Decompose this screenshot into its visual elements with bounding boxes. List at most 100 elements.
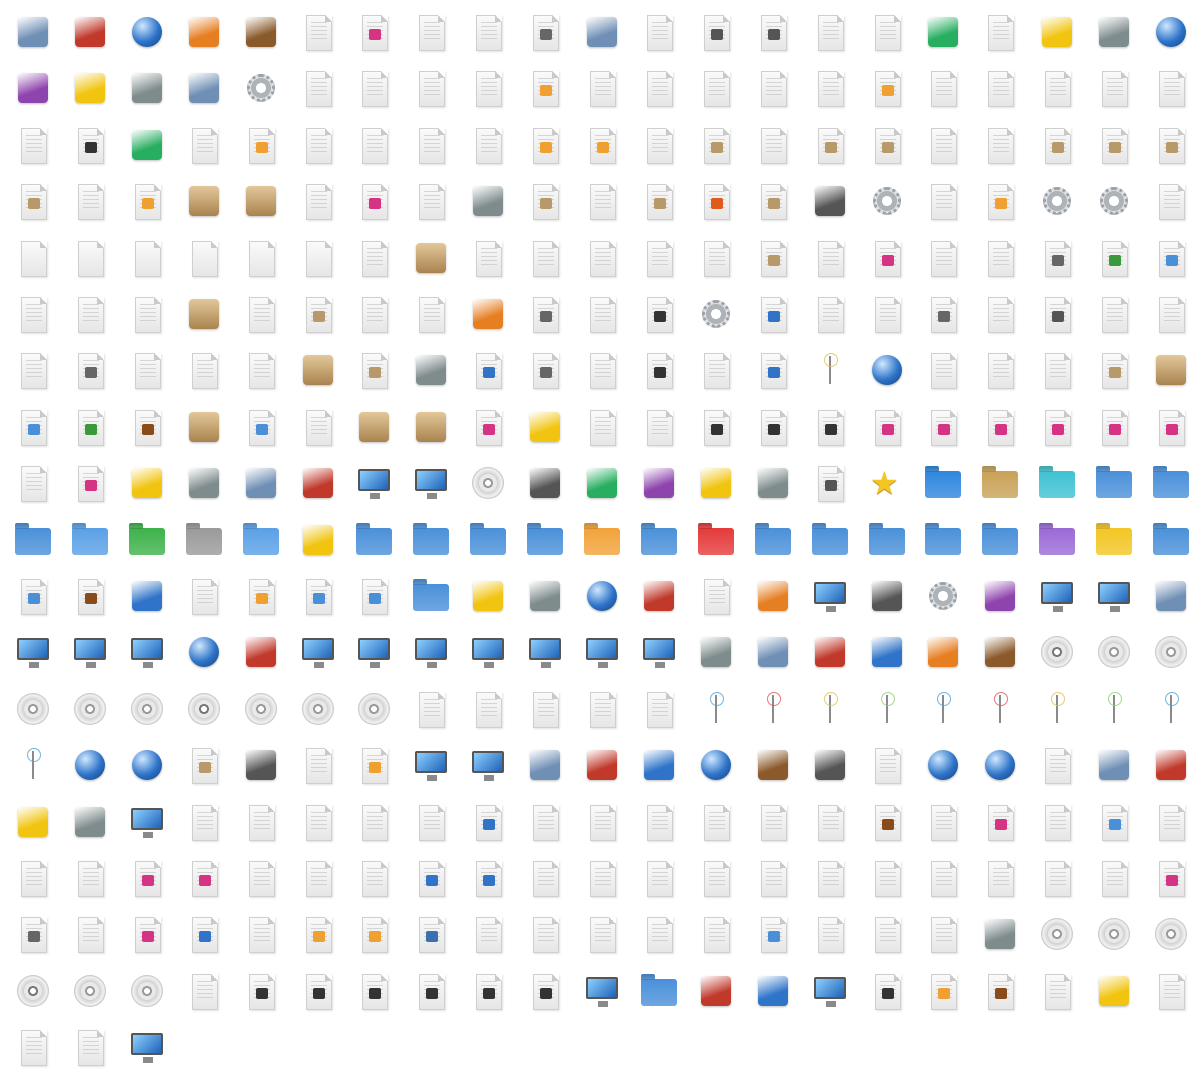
font-a-icon xyxy=(298,238,338,278)
icon-cell xyxy=(802,850,858,906)
icon-cell xyxy=(631,624,687,680)
wrench-tools-icon xyxy=(525,745,565,785)
globe-network-icon xyxy=(980,745,1020,785)
icon-cell xyxy=(460,342,516,398)
icon-cell xyxy=(859,342,915,398)
folder-icon xyxy=(70,520,110,560)
antenna-icon xyxy=(1037,689,1077,729)
icon-cell xyxy=(859,512,915,568)
icon-cell xyxy=(176,794,232,850)
image-document-icon xyxy=(923,971,963,1011)
typewriter-icon xyxy=(70,68,110,108)
text-document-icon xyxy=(468,689,508,729)
keyboard-icon xyxy=(468,576,508,616)
icon-cell xyxy=(972,568,1028,624)
icon-cell xyxy=(517,117,573,173)
chart-document-icon xyxy=(13,294,53,334)
package-document-icon xyxy=(753,238,793,278)
blue-shell-icon xyxy=(468,294,508,334)
icon-cell xyxy=(1029,568,1085,624)
icon-cell xyxy=(517,4,573,60)
folder-icon xyxy=(241,520,281,560)
drafting-compass-icon xyxy=(810,181,850,221)
image-window-icon xyxy=(582,632,622,672)
text-document-icon xyxy=(184,802,224,842)
text-document-icon xyxy=(923,802,963,842)
image-document-icon xyxy=(354,745,394,785)
icon-row xyxy=(5,399,1185,455)
icon-cell xyxy=(1143,60,1190,116)
icon-cell xyxy=(346,230,402,286)
icon-cell xyxy=(745,737,801,793)
icon-cell xyxy=(972,117,1028,173)
icon-cell xyxy=(517,342,573,398)
icon-cell xyxy=(802,230,858,286)
image-document-icon xyxy=(241,576,281,616)
icon-cell xyxy=(688,60,744,116)
icon-cell xyxy=(403,512,459,568)
icon-cell xyxy=(1029,4,1085,60)
icon-cell xyxy=(972,455,1028,511)
icon-cell xyxy=(1086,399,1142,455)
text-document-icon xyxy=(411,802,451,842)
icon-cell xyxy=(631,963,687,1019)
video-disc-icon xyxy=(354,689,394,729)
text-document-icon xyxy=(923,181,963,221)
text-document-icon xyxy=(525,689,565,729)
icon-cell xyxy=(119,173,175,229)
piano-document-icon xyxy=(582,407,622,447)
icon-cell xyxy=(1143,850,1190,906)
icon-cell xyxy=(1143,737,1190,793)
text-document-icon xyxy=(1037,858,1077,898)
icon-row xyxy=(5,737,1186,793)
folder-icon xyxy=(127,520,167,560)
link-document-icon xyxy=(13,576,53,616)
icon-row xyxy=(5,850,1185,906)
disc-document-icon xyxy=(696,12,736,52)
usb-drive-icon xyxy=(753,463,793,503)
icon-cell xyxy=(62,399,118,455)
folder-icon xyxy=(980,520,1020,560)
antenna-icon xyxy=(923,689,963,729)
audio-disc-icon xyxy=(184,689,224,729)
icon-cell xyxy=(802,342,858,398)
package-box-icon xyxy=(184,181,224,221)
icon-cell xyxy=(346,286,402,342)
color-grid-icon xyxy=(127,576,167,616)
package-document-icon xyxy=(525,181,565,221)
icon-cell xyxy=(915,963,971,1019)
icon-cell xyxy=(631,342,687,398)
gear-icon xyxy=(1094,181,1134,221)
debian-logo-icon xyxy=(468,181,508,221)
monitor-icon xyxy=(810,971,850,1011)
image-document-icon xyxy=(525,125,565,165)
icon-cell xyxy=(460,60,516,116)
icon-cell xyxy=(403,173,459,229)
folder-icon xyxy=(696,520,736,560)
icon-cell xyxy=(859,230,915,286)
icon-cell xyxy=(176,117,232,173)
icon-cell xyxy=(62,1019,118,1075)
text-document-icon xyxy=(525,914,565,954)
icon-cell xyxy=(403,624,459,680)
text-document-icon xyxy=(411,294,451,334)
icon-cell xyxy=(802,455,858,511)
icon-cell xyxy=(1086,963,1142,1019)
drive-icon xyxy=(639,463,679,503)
icon-cell xyxy=(574,512,630,568)
text-document-icon xyxy=(923,350,963,390)
text-document-icon xyxy=(923,858,963,898)
folder-icon xyxy=(13,520,53,560)
icon-cell xyxy=(688,455,744,511)
text-document-icon xyxy=(980,125,1020,165)
icon-cell xyxy=(517,906,573,962)
text-document-icon xyxy=(468,914,508,954)
package-document-icon xyxy=(1037,125,1077,165)
icon-cell xyxy=(745,4,801,60)
icon-cell xyxy=(631,512,687,568)
icon-cell xyxy=(346,737,402,793)
presentation-document-icon xyxy=(980,68,1020,108)
pdf-logo-icon xyxy=(582,12,622,52)
icon-cell xyxy=(859,286,915,342)
video-document-icon xyxy=(468,971,508,1011)
